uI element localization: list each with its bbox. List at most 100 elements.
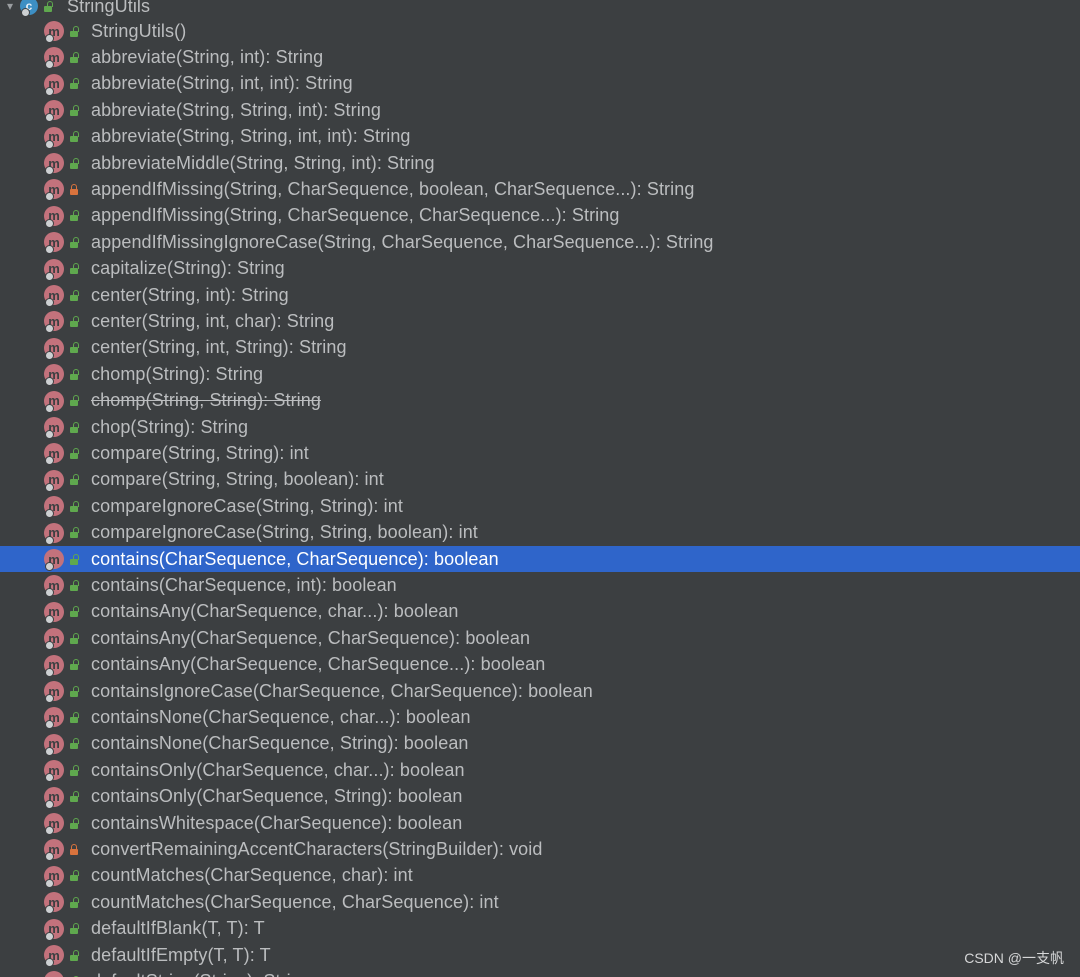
method-signature-label: appendIfMissingIgnoreCase(String, CharSe…: [91, 231, 714, 252]
tree-row-method[interactable]: m countMatches(CharSequence, char): int: [0, 863, 1080, 889]
method-signature-label: compare(String, String, boolean): int: [91, 469, 384, 490]
public-unlock-icon: [69, 579, 79, 591]
public-unlock-icon: [69, 711, 79, 723]
method-signature-label: compareIgnoreCase(String, String): int: [91, 495, 403, 516]
tree-row-method[interactable]: m appendIfMissing(String, CharSequence, C…: [0, 203, 1080, 229]
tree-node-class[interactable]: ▾ c StringUtils: [0, 0, 1080, 19]
method-signature-label: abbreviate(String, String, int, int): St…: [91, 126, 411, 147]
method-signature-label: center(String, int, char): String: [91, 310, 335, 331]
method-icon: m: [44, 549, 64, 571]
tree-row-method[interactable]: m center(String, int): String: [0, 282, 1080, 308]
public-unlock-icon: [69, 870, 79, 882]
method-icon: m: [44, 496, 64, 519]
method-signature-label: containsOnly(CharSequence, char...): boo…: [91, 759, 465, 780]
public-unlock-icon: [69, 447, 79, 459]
tree-row-method[interactable]: m containsAny(CharSequence, char...): boo…: [0, 599, 1080, 625]
method-signature-label: defaultIfEmpty(T, T): T: [91, 944, 271, 965]
method-icon: m: [44, 760, 64, 783]
class-node-label: StringUtils: [67, 0, 151, 16]
tree-row-method[interactable]: m containsNone(CharSequence, String): boo…: [0, 731, 1080, 757]
tree-row-method[interactable]: m capitalize(String): String: [0, 256, 1080, 282]
tree-row-method[interactable]: m abbreviate(String, int): String: [0, 44, 1080, 70]
tree-row-method[interactable]: m compare(String, String, boolean): int: [0, 467, 1080, 493]
method-icon: m: [44, 839, 64, 862]
method-icon: m: [44, 47, 64, 70]
tree-row-method[interactable]: m containsOnly(CharSequence, String): boo…: [0, 784, 1080, 810]
method-icon: m: [44, 232, 64, 255]
tree-row-method[interactable]: m chomp(String): String: [0, 361, 1080, 387]
tree-row-method[interactable]: m compareIgnoreCase(String, String): int: [0, 493, 1080, 519]
tree-row-method[interactable]: m defaultIfBlank(T, T): T: [0, 916, 1080, 942]
tree-row-method[interactable]: m abbreviate(String, int, int): String: [0, 71, 1080, 97]
method-icon: m: [44, 813, 64, 835]
method-signature-label: appendIfMissing(String, CharSequence, Ch…: [91, 205, 620, 226]
method-signature-label: defaultIfBlank(T, T): T: [91, 918, 265, 939]
tree-row-method[interactable]: m contains(CharSequence, int): boolean: [0, 572, 1080, 598]
method-signature-label: containsOnly(CharSequence, String): bool…: [91, 786, 463, 807]
tree-row-method[interactable]: m countMatches(CharSequence, CharSequence…: [0, 889, 1080, 915]
method-signature-label: appendIfMissing(String, CharSequence, bo…: [91, 178, 695, 199]
method-signature-label: containsAny(CharSequence, CharSequence..…: [91, 654, 546, 675]
method-signature-label: center(String, int): String: [91, 284, 289, 305]
method-icon: m: [44, 786, 64, 809]
tree-row-method[interactable]: m chomp(String, String): String: [0, 388, 1080, 414]
method-signature-label: abbreviate(String, int, int): String: [91, 73, 353, 94]
method-icon: m: [44, 971, 64, 977]
tree-row-method[interactable]: m abbreviate(String, String, int): String: [0, 97, 1080, 123]
method-signature-label: compare(String, String): int: [91, 442, 309, 463]
tree-row-method[interactable]: m containsIgnoreCase(CharSequence, CharSe…: [0, 678, 1080, 704]
method-icon: m: [44, 892, 64, 915]
method-icon: m: [44, 100, 64, 123]
public-unlock-icon: [69, 923, 79, 935]
tree-row-method[interactable]: m defaultIfEmpty(T, T): T: [0, 942, 1080, 968]
tree-row-method[interactable]: m defaultString(String): String: [0, 968, 1080, 977]
tree-row-method[interactable]: m containsAny(CharSequence, CharSequence)…: [0, 625, 1080, 651]
method-icon: m: [44, 443, 64, 466]
tree-row-method[interactable]: m abbreviateMiddle(String, String, int): …: [0, 150, 1080, 176]
public-unlock-icon: [69, 659, 79, 671]
method-icon: m: [44, 865, 64, 888]
tree-row-method[interactable]: m chop(String): String: [0, 414, 1080, 440]
tree-row-method[interactable]: m compare(String, String): int: [0, 440, 1080, 466]
method-icon: m: [44, 707, 64, 730]
tree-row-method[interactable]: m StringUtils(): [0, 18, 1080, 44]
public-unlock-icon: [69, 78, 79, 90]
method-signature-label: center(String, int, String): String: [91, 337, 347, 358]
method-signature-label: containsIgnoreCase(CharSequence, CharSeq…: [91, 680, 593, 701]
public-unlock-icon: [69, 896, 79, 908]
public-unlock-icon: [69, 289, 79, 301]
public-unlock-icon: [69, 949, 79, 961]
method-icon: m: [44, 205, 64, 228]
chevron-down-icon[interactable]: ▾: [2, 0, 18, 14]
method-signature-label: defaultString(String): String: [91, 971, 311, 977]
tree-row-method[interactable]: m compareIgnoreCase(String, String, boole…: [0, 520, 1080, 546]
tree-row-method[interactable]: m abbreviate(String, String, int, int): S…: [0, 124, 1080, 150]
tree-row-method[interactable]: m convertRemainingAccentCharacters(String…: [0, 836, 1080, 862]
tree-row-method[interactable]: m contains(CharSequence, CharSequence): b…: [0, 546, 1080, 572]
tree-row-method[interactable]: m containsAny(CharSequence, CharSequence.…: [0, 652, 1080, 678]
public-unlock-icon: [69, 368, 79, 380]
private-lock-icon: [69, 183, 79, 195]
method-signature-label: containsAny(CharSequence, CharSequence):…: [91, 627, 531, 648]
method-signature-label: abbreviate(String, String, int): String: [91, 99, 382, 120]
method-icon: m: [44, 364, 64, 387]
method-icon: m: [44, 601, 64, 624]
tree-row-method[interactable]: m containsNone(CharSequence, char...): bo…: [0, 704, 1080, 730]
tree-row-method[interactable]: m center(String, int, char): String: [0, 308, 1080, 334]
method-icon: m: [44, 390, 64, 413]
method-signature-label: capitalize(String): String: [91, 258, 285, 279]
public-unlock-icon: [69, 500, 79, 512]
method-icon: m: [44, 311, 64, 334]
public-unlock-icon: [69, 553, 79, 565]
tree-row-method[interactable]: m appendIfMissing(String, CharSequence, b…: [0, 176, 1080, 202]
public-unlock-icon: [69, 421, 79, 433]
tree-row-method[interactable]: m containsWhitespace(CharSequence): boole…: [0, 810, 1080, 836]
method-signature-label: containsWhitespace(CharSequence): boolea…: [91, 812, 463, 833]
method-signature-label: chomp(String): String: [91, 363, 264, 384]
tree-row-method[interactable]: m appendIfMissingIgnoreCase(String, CharS…: [0, 229, 1080, 255]
class-icon: c: [20, 0, 38, 17]
tree-row-method[interactable]: m center(String, int, String): String: [0, 335, 1080, 361]
public-unlock-icon: [69, 738, 79, 750]
tree-row-method[interactable]: m containsOnly(CharSequence, char...): bo…: [0, 757, 1080, 783]
structure-tree[interactable]: ▾ c StringUtils m StringUtils() m abbreviat…: [0, 0, 1080, 977]
